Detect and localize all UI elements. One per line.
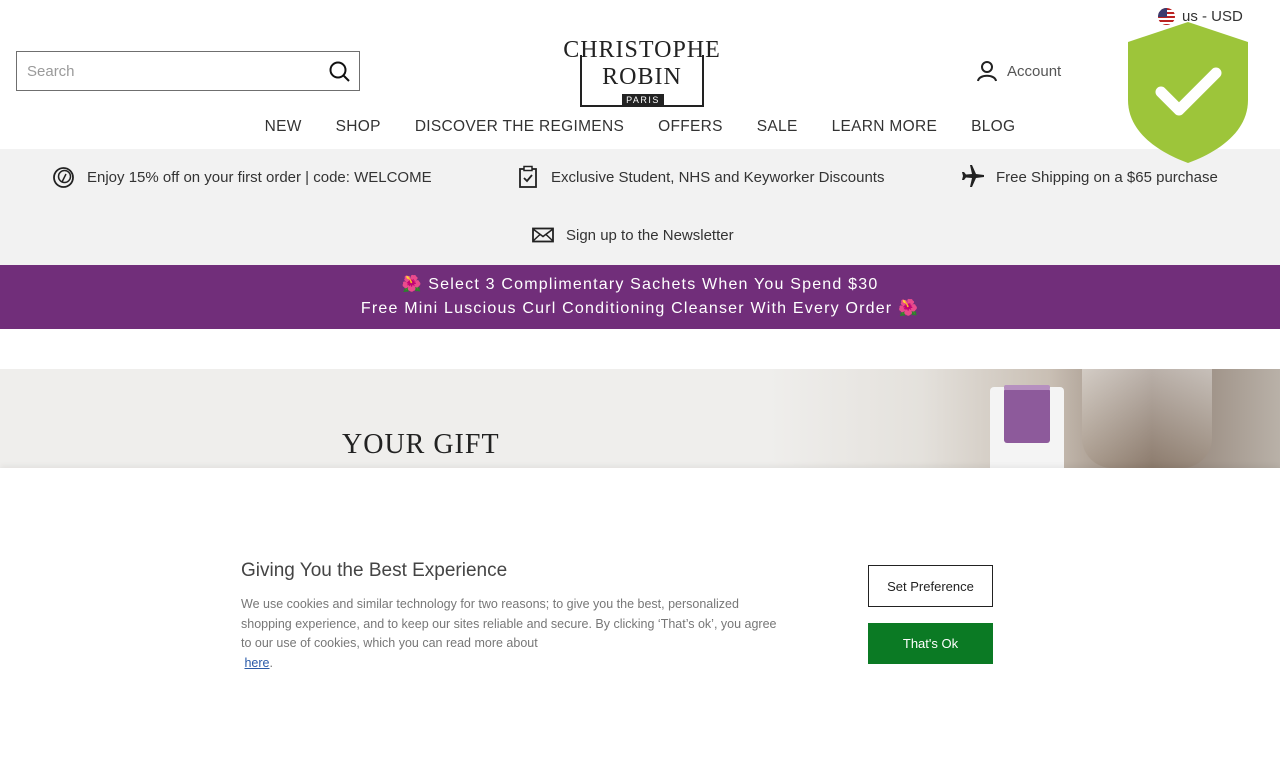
cookie-link-suffix: . <box>269 655 273 670</box>
clipboard-check-icon <box>519 165 537 188</box>
nav-item-offers[interactable]: OFFERS <box>658 118 723 136</box>
account-link[interactable]: Account <box>977 60 1061 82</box>
plane-icon <box>962 165 984 187</box>
nav-item-new[interactable]: NEW <box>265 118 302 136</box>
site-header: CHRISTOPHE ROBIN PARIS Account us - USD … <box>0 0 1280 149</box>
benefit-shipping[interactable]: Free Shipping on a $65 purchase <box>962 165 1218 189</box>
promo-line-1: 🌺 Select 3 Complimentary Sachets When Yo… <box>401 276 879 293</box>
logo-line-1: CHRISTOPHE <box>563 37 721 63</box>
nav-item-learn-more[interactable]: LEARN MORE <box>832 118 938 136</box>
promo-banner[interactable]: 🌺 Select 3 Complimentary Sachets When Yo… <box>0 265 1280 329</box>
nav-item-blog[interactable]: BLOG <box>971 118 1015 136</box>
main-nav: NEW SHOP DISCOVER THE REGIMENS OFFERS SA… <box>0 118 1280 136</box>
nav-item-sale[interactable]: SALE <box>757 118 798 136</box>
search-input[interactable] <box>17 52 307 90</box>
nav-item-shop[interactable]: SHOP <box>336 118 381 136</box>
benefit-student[interactable]: Exclusive Student, NHS and Keyworker Dis… <box>517 165 884 189</box>
benefits-bar: Enjoy 15% off on your first order | code… <box>0 149 1280 265</box>
search-box <box>16 51 360 91</box>
benefit-label: Enjoy 15% off on your first order | code… <box>87 168 432 186</box>
benefit-newsletter[interactable]: Sign up to the Newsletter <box>532 223 734 247</box>
benefit-label: Free Shipping on a $65 purchase <box>996 168 1218 186</box>
product-jar-image <box>1082 369 1212 468</box>
shield-check-icon <box>1128 22 1248 163</box>
logo-line-3: PARIS <box>622 94 664 107</box>
nav-item-discover-the-regimens[interactable]: DISCOVER THE REGIMENS <box>415 118 624 136</box>
user-icon <box>977 61 997 82</box>
accept-cookies-button[interactable]: That's Ok <box>868 623 993 664</box>
hero-banner: YOUR GIFT <box>0 369 1280 468</box>
benefit-discount[interactable]: Enjoy 15% off on your first order | code… <box>52 165 432 189</box>
brand-logo[interactable]: CHRISTOPHE ROBIN PARIS <box>560 33 724 107</box>
envelope-icon <box>532 227 554 243</box>
product-cap-image <box>1004 385 1050 443</box>
discount-icon <box>53 166 74 188</box>
promo-line-2: Free Mini Luscious Curl Conditioning Cle… <box>360 300 920 317</box>
cookie-text: We use cookies and similar technology fo… <box>241 595 786 673</box>
logo-line-2: ROBIN <box>602 64 682 90</box>
benefit-label: Sign up to the Newsletter <box>566 226 734 244</box>
hero-title: YOUR GIFT <box>342 429 500 460</box>
benefit-label: Exclusive Student, NHS and Keyworker Dis… <box>551 168 885 186</box>
search-icon[interactable] <box>329 61 351 83</box>
cookie-policy-link[interactable]: here <box>244 656 269 670</box>
cookie-title: Giving You the Best Experience <box>241 560 508 581</box>
account-label: Account <box>1007 62 1062 80</box>
cookie-body: We use cookies and similar technology fo… <box>241 597 777 650</box>
set-preference-button[interactable]: Set Preference <box>868 565 993 607</box>
cookie-consent-panel: Giving You the Best Experience We use co… <box>0 468 1280 768</box>
